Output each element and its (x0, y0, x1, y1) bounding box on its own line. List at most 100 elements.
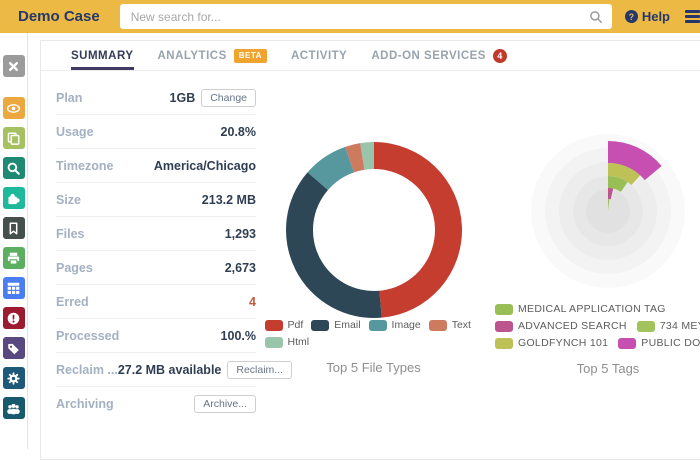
summary-value: 213.2 MB (202, 193, 256, 207)
search-box[interactable] (120, 4, 612, 29)
help-icon: ? (625, 10, 638, 23)
legend-label: Pdf (288, 319, 304, 331)
summary-label: Pages (56, 261, 93, 275)
puzzle-icon (6, 191, 21, 206)
sidebar (0, 33, 28, 449)
summary-list: Plan1GBChangeUsage20.8%TimezoneAmerica/C… (56, 81, 256, 460)
tags-chart: MEDICAL APPLICATION TAG ADVANCED SEARCH 73… (491, 71, 700, 460)
legend-label: PUBLIC DOCUME (641, 337, 700, 349)
settings-icon (6, 371, 21, 386)
donut-slice-email (286, 172, 382, 318)
help-label: Help (642, 9, 670, 24)
legend-swatch (265, 337, 283, 348)
summary-value: 20.8% (221, 125, 256, 139)
legend-label: Image (392, 319, 421, 331)
sidebar-eye-button[interactable] (3, 97, 25, 119)
file-types-legend: Pdf Email Image Text Html (265, 319, 483, 348)
summary-content: Plan1GBChangeUsage20.8%TimezoneAmerica/C… (41, 71, 700, 460)
legend-swatch (495, 304, 513, 315)
legend-swatch (618, 338, 636, 349)
sidebar-settings-button[interactable] (3, 367, 25, 389)
sidebar-puzzle-button[interactable] (3, 187, 25, 209)
close-icon (6, 59, 21, 74)
sidebar-bookmark-button[interactable] (3, 217, 25, 239)
legend-swatch (265, 320, 283, 331)
sidebar-close-button[interactable] (3, 55, 25, 77)
summary-label: Processed (56, 329, 119, 343)
summary-row-processed: Processed 100.% (56, 319, 256, 353)
summary-value: 4 (249, 295, 256, 309)
legend-item-medical-application-tag[interactable]: MEDICAL APPLICATION TAG (495, 303, 700, 315)
users-icon (6, 401, 21, 416)
sidebar-table-button[interactable] (3, 277, 25, 299)
summary-value: 1,293 (225, 227, 256, 241)
legend-swatch (495, 338, 513, 349)
legend-item-image[interactable]: Image (369, 319, 421, 331)
menu-icon[interactable] (685, 10, 700, 22)
file-types-chart: Pdf Email Image Text Html Top 5 File Types (256, 71, 491, 460)
tab-analytics[interactable]: ANALYTICSBETA (158, 41, 267, 70)
legend-item-public-docume[interactable]: PUBLIC DOCUME (618, 337, 700, 349)
summary-row-size: Size213.2 MB (56, 183, 256, 217)
legend-label: Email (334, 319, 360, 331)
summary-value: 2,673 (225, 261, 256, 275)
summary-row-usage: Usage 20.8% (56, 115, 256, 149)
summary-label: Files (56, 227, 85, 241)
files-icon (6, 131, 21, 146)
file-types-donut-chart (285, 141, 463, 319)
sidebar-alert-button[interactable] (3, 307, 25, 329)
sidebar-search-button[interactable] (3, 157, 25, 179)
sidebar-print-button[interactable] (3, 247, 25, 269)
tags-legend: MEDICAL APPLICATION TAG ADVANCED SEARCH 73… (495, 303, 700, 349)
eye-icon (6, 101, 21, 116)
summary-row-timezone: Timezone America/Chicago (56, 149, 256, 183)
sidebar-files-button[interactable] (3, 127, 25, 149)
search-icon[interactable] (589, 10, 603, 24)
legend-item-advanced-search[interactable]: ADVANCED SEARCH (495, 320, 627, 332)
donut-slice-pdf (374, 142, 462, 318)
legend-item-pdf[interactable]: Pdf (265, 319, 304, 331)
legend-label: MEDICAL APPLICATION TAG (518, 303, 666, 315)
legend-label: Html (288, 336, 310, 348)
summary-value: 100.% (221, 329, 256, 343)
table-icon (6, 281, 21, 296)
search-icon (6, 161, 21, 176)
summary-row-files: Files 1,293 (56, 217, 256, 251)
summary-label: Timezone (56, 159, 113, 173)
sidebar-users-button[interactable] (3, 397, 25, 419)
charts-area: Pdf Email Image Text Html Top 5 File Types M… (256, 71, 700, 460)
summary-row-archiving: ArchivingArchive... (56, 387, 256, 421)
legend-item-734-meyers[interactable]: 734 MEYERS (637, 320, 700, 332)
tab-add-on-services[interactable]: ADD-ON SERVICES 4 (371, 41, 507, 70)
legend-item-html[interactable]: Html (265, 336, 310, 348)
bookmark-icon (6, 221, 21, 236)
tag-icon (6, 341, 21, 356)
sidebar-tag-button[interactable] (3, 337, 25, 359)
change-button[interactable]: Change (201, 89, 256, 107)
tab-label: SUMMARY (71, 50, 134, 62)
legend-swatch (369, 320, 387, 331)
tab-activity[interactable]: ACTIVITY (291, 41, 347, 70)
tab-label: ADD-ON SERVICES (371, 50, 486, 62)
summary-value: 1GB (170, 91, 196, 105)
app-header: Demo Case ? Help (0, 0, 700, 33)
legend-item-email[interactable]: Email (311, 319, 360, 331)
summary-row-pages: Pages 2,673 (56, 251, 256, 285)
legend-swatch (311, 320, 329, 331)
search-input[interactable] (129, 9, 589, 25)
legend-item-goldfynch-101[interactable]: GOLDFYNCH 101 (495, 337, 608, 349)
archive-button[interactable]: Archive... (194, 395, 256, 413)
summary-label: Usage (56, 125, 94, 139)
tab-bar: SUMMARY ANALYTICSBETA ACTIVITY ADD-ON SERVI… (41, 41, 700, 71)
tab-label: ANALYTICS (158, 50, 227, 62)
main-panel: SUMMARY ANALYTICSBETA ACTIVITY ADD-ON SERVI… (40, 40, 700, 460)
tags-chart-title: Top 5 Tags (577, 361, 640, 376)
legend-label: GOLDFYNCH 101 (518, 337, 608, 349)
legend-swatch (495, 321, 513, 332)
tab-summary[interactable]: SUMMARY (71, 41, 134, 70)
file-types-chart-title: Top 5 File Types (326, 360, 420, 375)
summary-value: America/Chicago (154, 159, 256, 173)
legend-item-text[interactable]: Text (429, 319, 471, 331)
count-badge: 4 (493, 49, 507, 63)
help-button[interactable]: ? Help (625, 9, 670, 24)
